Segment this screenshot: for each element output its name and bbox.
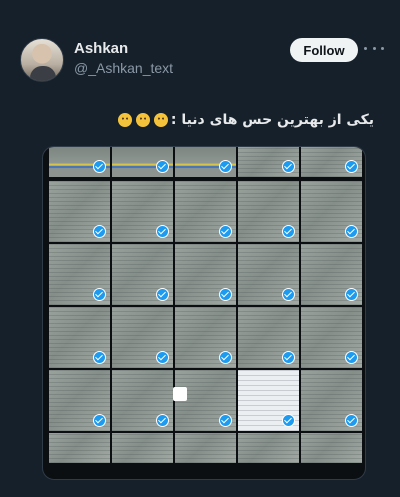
checkmark-icon: [219, 225, 232, 238]
photo-thumbnail: [112, 147, 173, 177]
photo-thumbnail: [112, 307, 173, 368]
photo-thumbnail: [49, 147, 110, 177]
photo-thumbnail: [175, 307, 236, 368]
checkmark-icon: [345, 225, 358, 238]
photo-thumbnail: [112, 244, 173, 305]
photo-thumbnail: [301, 370, 362, 431]
checkmark-icon: [282, 160, 295, 173]
photo-thumbnail: [238, 181, 299, 242]
avatar[interactable]: [20, 38, 64, 82]
photo-thumbnail: [175, 244, 236, 305]
user-handle[interactable]: @_Ashkan_text: [74, 60, 173, 76]
checkmark-icon: [345, 414, 358, 427]
checkmark-icon: [156, 351, 169, 364]
checkmark-icon: [282, 288, 295, 301]
photo-thumbnail: [49, 181, 110, 242]
checkmark-icon: [282, 414, 295, 427]
checkmark-icon: [282, 351, 295, 364]
checkmark-icon: [345, 288, 358, 301]
checkmark-icon: [156, 288, 169, 301]
checkmark-icon: [219, 414, 232, 427]
checkmark-icon: [156, 160, 169, 173]
checkmark-icon: [93, 351, 106, 364]
checkmark-icon: [345, 351, 358, 364]
checkmark-icon: [345, 160, 358, 173]
checkmark-icon: [93, 160, 106, 173]
photo-thumbnail: [175, 433, 236, 463]
photo-thumbnail: [49, 370, 110, 431]
display-name[interactable]: Ashkan: [74, 40, 128, 57]
photo-thumbnail: [301, 147, 362, 177]
photo-thumbnail: [301, 181, 362, 242]
photo-grid: [49, 147, 365, 479]
photo-thumbnail: [301, 433, 362, 463]
tweet-text: یکی از بهترین حس های دنیا :: [117, 112, 374, 128]
photo-thumbnail: [49, 244, 110, 305]
avatar-figure: [30, 66, 56, 81]
photo-thumbnail: [238, 307, 299, 368]
photo-thumbnail: [238, 244, 299, 305]
photo-thumbnail: [49, 307, 110, 368]
white-square: [173, 387, 187, 401]
checkmark-icon: [219, 160, 232, 173]
photo-thumbnail: [112, 181, 173, 242]
photo-thumbnail: [175, 181, 236, 242]
checkmark-icon: [156, 414, 169, 427]
checkmark-icon: [93, 414, 106, 427]
grimacing-face-emoji-icon: [135, 113, 150, 127]
photo-thumbnail: [175, 147, 236, 177]
checkmark-icon: [219, 288, 232, 301]
checkmark-icon: [93, 288, 106, 301]
checkmark-icon: [93, 225, 106, 238]
photo-thumbnail: [238, 370, 299, 431]
checkmark-icon: [156, 225, 169, 238]
more-icon[interactable]: [364, 40, 384, 56]
photo-thumbnail: [112, 370, 173, 431]
photo-thumbnail: [49, 433, 110, 463]
photo-thumbnail: [112, 433, 173, 463]
checkmark-icon: [282, 225, 295, 238]
photo-thumbnail: [238, 433, 299, 463]
tweet-body: یکی از بهترین حس های دنیا :: [170, 112, 374, 128]
photo-thumbnail: [238, 147, 299, 177]
grinning-face-emoji-icon: [117, 113, 132, 127]
follow-button[interactable]: Follow: [290, 38, 358, 62]
photo-thumbnail: [301, 307, 362, 368]
tweet-media-photo[interactable]: [42, 146, 366, 480]
tweet-card[interactable]: Ashkan @_Ashkan_text Follow یکی از بهتری…: [8, 18, 392, 486]
checkmark-icon: [219, 351, 232, 364]
photo-thumbnail: [301, 244, 362, 305]
smiling-face-emoji-icon: [153, 113, 168, 127]
